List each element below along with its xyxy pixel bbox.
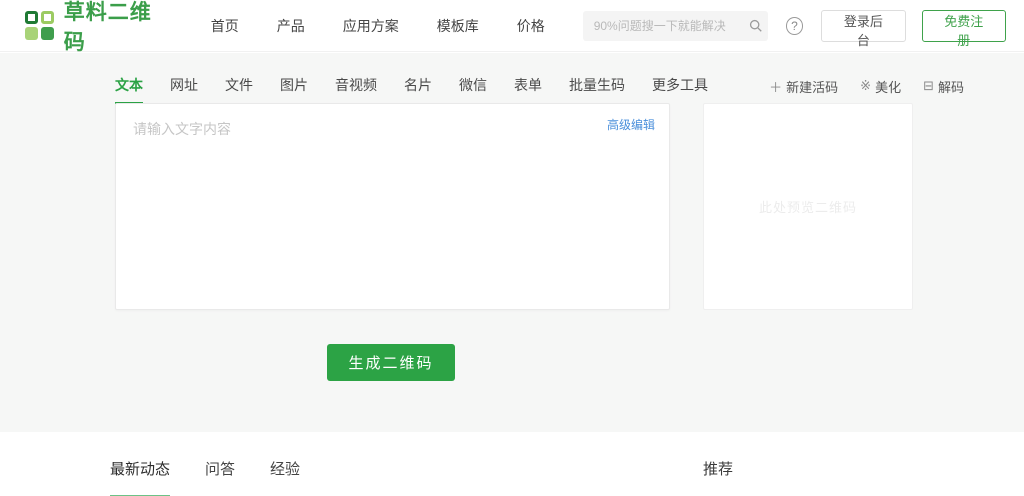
plus-icon: ＋ [769,79,783,95]
decode-icon: ⊟ [923,78,934,93]
tab-batch[interactable]: 批量生码 [569,75,625,104]
advanced-edit-link[interactable]: 高级编辑 [607,116,655,133]
decode-link[interactable]: ⊟ 解码 [923,77,964,103]
beautify-link[interactable]: ※ 美化 [860,77,901,103]
logo-square [25,10,38,24]
text-content-input[interactable] [116,104,669,309]
tab-wechat[interactable]: 微信 [459,75,487,104]
nav-item-products[interactable]: 产品 [277,16,305,36]
tab-media[interactable]: 音视频 [335,75,377,104]
new-live-code-label: 新建活码 [786,79,839,95]
help-icon[interactable]: ? [785,16,804,35]
register-button[interactable]: 免费注册 [921,9,1006,48]
logo-square [41,10,54,24]
recommend-heading: 推荐 [703,461,734,478]
tab-file[interactable]: 文件 [225,75,253,104]
tab-qa[interactable]: 问答 [205,458,235,496]
logo-square [41,26,54,40]
login-button[interactable]: 登录后台 [821,9,906,48]
new-live-code-link[interactable]: ＋ 新建活码 [769,77,838,103]
tab-latest-news[interactable]: 最新动态 [110,458,171,496]
qr-preview-placeholder: 此处预览二维码 [758,200,857,215]
search-icon[interactable] [749,19,763,33]
nav-item-solutions[interactable]: 应用方案 [343,16,399,36]
qr-preview-panel: 此处预览二维码 [703,103,913,310]
tab-vcard[interactable]: 名片 [404,75,432,104]
text-input-panel: 高级编辑 [115,103,670,310]
beautify-label: 美化 [875,79,902,95]
logo-square [25,26,38,40]
tab-experience[interactable]: 经验 [270,458,300,496]
tab-form[interactable]: 表单 [514,75,542,104]
main-nav: 首页 产品 应用方案 模板库 价格 [211,16,583,36]
search-input[interactable] [593,18,749,33]
nav-item-home[interactable]: 首页 [211,16,239,36]
tab-url[interactable]: 网址 [170,75,198,104]
logo-text: 草料二维码 [63,0,152,54]
tab-more-tools[interactable]: 更多工具 [652,75,708,104]
tab-image[interactable]: 图片 [280,75,308,104]
generator-section: 文本 网址 文件 图片 音视频 名片 微信 表单 批量生码 更多工具 ＋ 新建活… [0,53,1024,432]
header-right: ? 登录后台 免费注册 [582,9,1006,48]
tab-text[interactable]: 文本 [115,75,143,104]
search-box[interactable] [582,10,768,41]
header: 草料二维码 首页 产品 应用方案 模板库 价格 ? 登录后台 免费注册 [0,0,1024,54]
quick-links: ＋ 新建活码 ※ 美化 ⊟ 解码 [747,77,964,103]
nav-item-templates[interactable]: 模板库 [437,16,479,36]
bottom-section: 最新动态 问答 经验 推荐 [0,432,1024,496]
beautify-icon: ※ [860,78,872,93]
generate-qr-button[interactable]: 生成二维码 [327,344,455,381]
decode-label: 解码 [937,79,964,95]
logo[interactable]: 草料二维码 [25,0,173,56]
bottom-tabbar: 最新动态 问答 经验 [110,458,335,496]
nav-item-pricing[interactable]: 价格 [517,16,545,36]
qr-type-tabbar: 文本 网址 文件 图片 音视频 名片 微信 表单 批量生码 更多工具 ＋ 新建活… [115,75,964,104]
page: 草料二维码 首页 产品 应用方案 模板库 价格 ? 登录后台 免费注册 文本 [0,0,1024,496]
qr-logo-icon [25,10,55,41]
